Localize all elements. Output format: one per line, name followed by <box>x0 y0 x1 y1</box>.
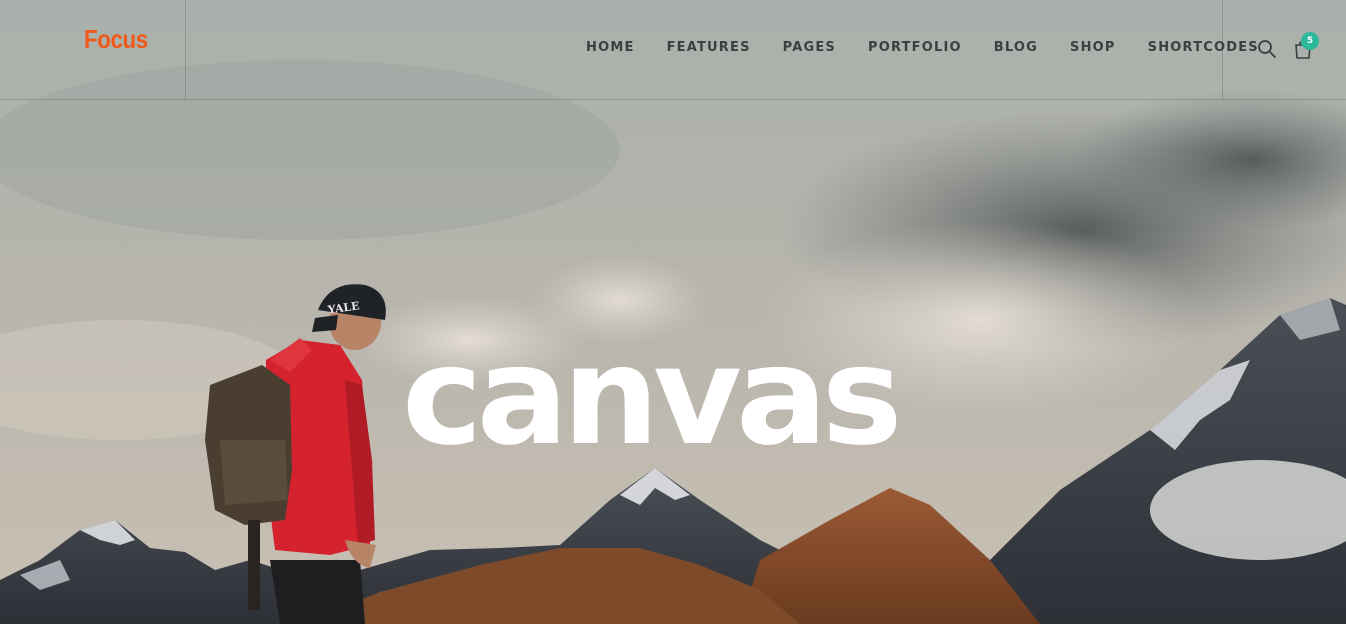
nav-features[interactable]: FEATURES <box>667 40 751 55</box>
site-header: Focus HOME FEATURES PAGES PORTFOLIO BLOG… <box>0 0 1346 100</box>
hero-headline: canvas <box>402 318 903 476</box>
header-tools: 5 <box>1222 0 1346 100</box>
main-nav: HOME FEATURES PAGES PORTFOLIO BLOG SHOP … <box>586 40 1291 55</box>
logo-cell: Focus <box>0 0 186 100</box>
nav-portfolio[interactable]: PORTFOLIO <box>868 40 962 55</box>
cart-count-badge: 5 <box>1301 32 1319 50</box>
search-icon[interactable] <box>1257 39 1277 59</box>
nav-home[interactable]: HOME <box>586 40 635 55</box>
site-logo[interactable]: Focus <box>84 24 148 55</box>
nav-shop[interactable]: SHOP <box>1070 40 1116 55</box>
nav-blog[interactable]: BLOG <box>994 40 1038 55</box>
nav-pages[interactable]: PAGES <box>783 40 836 55</box>
